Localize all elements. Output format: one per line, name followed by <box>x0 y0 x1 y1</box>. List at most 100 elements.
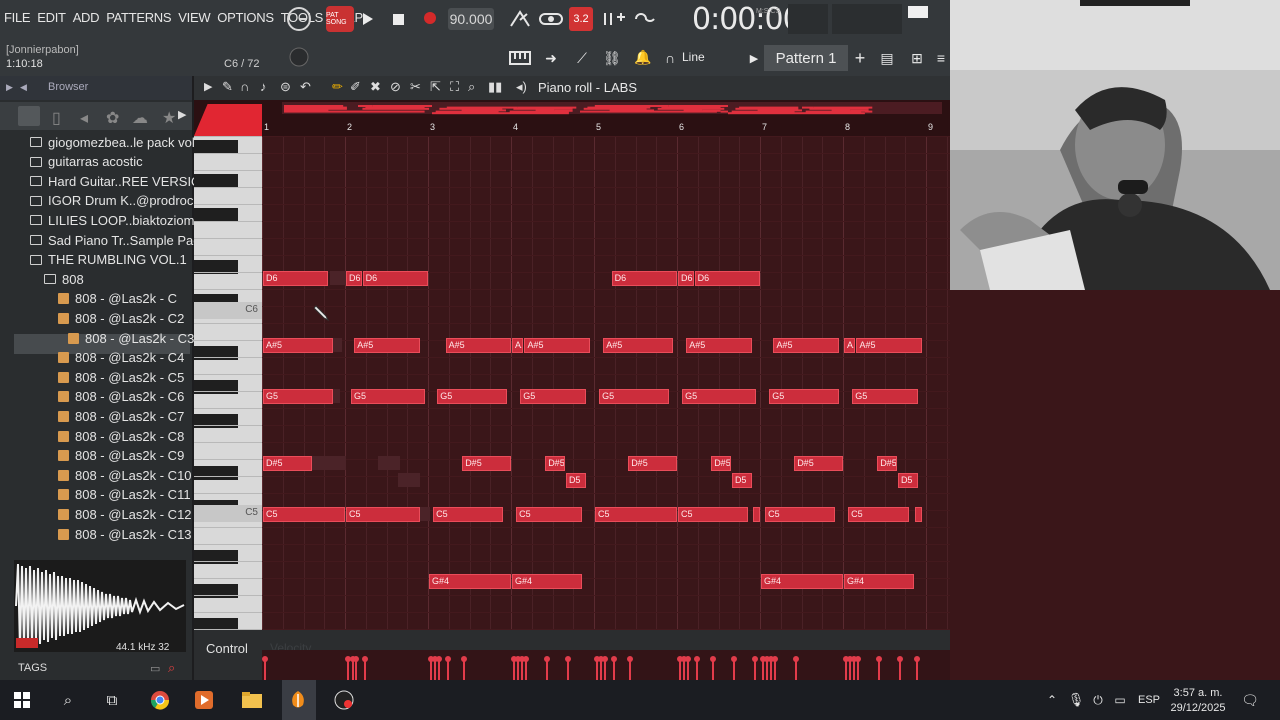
note-d5[interactable]: D5 <box>565 473 586 488</box>
velocity-bar[interactable] <box>596 660 598 680</box>
velocity-handle[interactable] <box>793 656 799 662</box>
note-c5[interactable]: C5 <box>848 507 910 522</box>
piano-roll-slice-icon[interactable]: ✂ <box>410 79 421 95</box>
piano-roll-mute-icon[interactable]: ⊘ <box>390 79 401 95</box>
piano-roll-select-icon[interactable]: ⇱ <box>430 79 441 95</box>
velocity-handle[interactable] <box>876 656 882 662</box>
velocity-handle[interactable] <box>262 656 268 662</box>
velocity-handle[interactable] <box>710 656 716 662</box>
velocity-bar[interactable] <box>364 660 366 680</box>
velocity-bar[interactable] <box>604 660 606 680</box>
browser-star-icon[interactable]: ★ <box>162 108 176 128</box>
velocity-bar[interactable] <box>613 660 615 680</box>
velocity-bar[interactable] <box>513 660 515 680</box>
velocity-bar[interactable] <box>857 660 859 680</box>
browser-file-item[interactable]: 808 - @Las2k - C3 <box>68 328 194 348</box>
velocity-handle[interactable] <box>515 656 521 662</box>
browser-file-item[interactable]: 808 - @Las2k - C10 <box>58 465 192 485</box>
channel-rack-icon[interactable]: ⊞ <box>906 46 928 70</box>
note-dsharp5[interactable]: D#5 <box>877 456 897 471</box>
browser-folder-item[interactable]: 808 <box>44 269 84 289</box>
velocity-bar[interactable] <box>878 660 880 680</box>
note-c5[interactable]: C5 <box>263 507 345 522</box>
task-view-icon[interactable]: ⧉ <box>102 690 122 710</box>
windows-start-icon[interactable] <box>12 690 32 710</box>
microphone-icon[interactable]: 🎙 <box>1066 690 1086 710</box>
browser-file-item[interactable]: 808 - @Las2k - C4 <box>58 348 184 368</box>
search-icon[interactable]: ⌕ <box>58 690 78 710</box>
piano-roll-zoom-icon[interactable]: ⌕ <box>468 79 475 95</box>
note-c5[interactable]: C5 <box>346 507 420 522</box>
velocity-handle[interactable] <box>428 656 434 662</box>
velocity-bar[interactable] <box>567 660 569 680</box>
mixer-icon[interactable]: ≡ <box>934 46 948 70</box>
velocity-handle[interactable] <box>565 656 571 662</box>
piano-black-key[interactable] <box>194 208 238 222</box>
velocity-bar[interactable] <box>899 660 901 680</box>
note-c5[interactable]: C5 <box>516 507 582 522</box>
note-asharp5[interactable]: A#5 <box>856 338 922 353</box>
velocity-handle[interactable] <box>760 656 766 662</box>
velocity-bar[interactable] <box>795 660 797 680</box>
piano-roll-magnet-icon[interactable]: ∩ <box>240 79 249 94</box>
note-g5[interactable]: G5 <box>350 389 425 404</box>
pattern-arrow-icon[interactable]: ▶ <box>748 48 760 68</box>
piano-roll-playback-icon[interactable]: ▮▮ <box>488 79 502 95</box>
note-d6[interactable]: D6 <box>694 271 760 286</box>
velocity-bar[interactable] <box>264 660 266 680</box>
keyboard-icon[interactable] <box>508 48 532 68</box>
velocity-handle[interactable] <box>752 656 758 662</box>
note-g5[interactable]: G5 <box>682 389 756 404</box>
browser-folder-item[interactable]: THE RUMBLING VOL.1 <box>30 250 187 270</box>
pat-song-toggle[interactable]: PAT SONG <box>326 6 354 32</box>
velocity-bar[interactable] <box>546 660 548 680</box>
velocity-handle[interactable] <box>350 656 356 662</box>
browser-file-item[interactable]: 808 - @Las2k - C11 <box>58 485 191 505</box>
wrench-icon[interactable]: ⟋ <box>572 48 592 68</box>
note-gsharp4[interactable]: G#4 <box>844 574 914 589</box>
note-g5[interactable]: G5 <box>263 389 333 404</box>
velocity-bar[interactable] <box>733 660 735 680</box>
note-asharp5[interactable]: A#5 <box>354 338 420 353</box>
note-g5[interactable]: G5 <box>769 389 839 404</box>
velocity-handle[interactable] <box>731 656 737 662</box>
note-dsharp5[interactable]: D#5 <box>711 456 731 471</box>
velocity-bar[interactable] <box>517 660 519 680</box>
velocity-bar[interactable] <box>352 660 354 680</box>
note-c5[interactable] <box>752 507 760 522</box>
countdown-toggle[interactable]: 3.2 <box>569 7 593 31</box>
note-d6[interactable]: D6 <box>678 271 694 286</box>
velocity-handle[interactable] <box>461 656 467 662</box>
browser-folder-item[interactable]: Hard Guitar..REE VERSION <box>30 171 211 191</box>
browser-folder-item[interactable]: IGOR Drum K..@prodrocka <box>30 191 207 211</box>
browser-file-item[interactable]: 808 - @Las2k - C9 <box>58 446 184 466</box>
piano-roll-stamp-icon[interactable]: ♪ <box>260 79 267 94</box>
browser-file-item[interactable]: 808 - @Las2k - C <box>58 289 177 309</box>
browser-file-item[interactable]: 808 - @Las2k - C8 <box>58 426 184 446</box>
stop-icon[interactable] <box>390 10 406 28</box>
note-gsharp4[interactable]: G#4 <box>429 574 511 589</box>
arrow-right-icon[interactable]: ➜ <box>540 48 562 68</box>
browser-cloud-icon[interactable]: ☁ <box>132 108 148 128</box>
velocity-bar[interactable] <box>770 660 772 680</box>
velocity-bar[interactable] <box>687 660 689 680</box>
velocity-bar[interactable] <box>683 660 685 680</box>
note-c5[interactable]: C5 <box>765 507 835 522</box>
note-dsharp5[interactable]: D#5 <box>263 456 312 471</box>
velocity-handle[interactable] <box>897 656 903 662</box>
note-grid[interactable]: D6D6D6D6D6D6A#5A#5A#5A..A#5A#5A#5A#5A..A… <box>262 136 950 630</box>
velocity-bar[interactable] <box>600 660 602 680</box>
velocity-bar[interactable] <box>754 660 756 680</box>
menu-file[interactable]: FILE <box>4 10 31 25</box>
velocity-bar[interactable] <box>712 660 714 680</box>
note-asharp5[interactable]: A#5 <box>263 338 333 353</box>
note-d6[interactable]: D6 <box>263 271 329 286</box>
note-asharp5[interactable]: A#5 <box>524 338 590 353</box>
tags-search-icon[interactable]: ⌕ <box>168 660 175 676</box>
note-g5[interactable]: G5 <box>599 389 669 404</box>
velocity-bar[interactable] <box>916 660 918 680</box>
master-pitch-knob-icon[interactable] <box>288 46 310 68</box>
playlist-icon[interactable]: ▤ <box>876 46 898 70</box>
metronome-icon[interactable] <box>508 8 532 30</box>
piano-black-key[interactable] <box>194 140 238 154</box>
